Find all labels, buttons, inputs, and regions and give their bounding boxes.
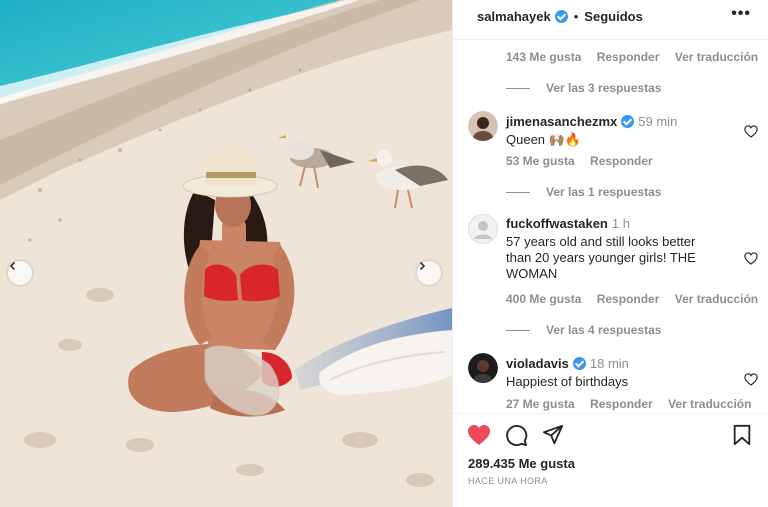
post-timestamp: HACE UNA HORA (468, 476, 548, 486)
instagram-post-window: salmahayek • Seguidos ••• 143 Me gusta R… (0, 0, 768, 507)
reply-button[interactable]: Responder (597, 50, 660, 64)
reply-button[interactable]: Responder (590, 154, 653, 168)
comment-username[interactable]: fuckoffwastaken (506, 216, 608, 231)
comment-username[interactable]: violadavis (506, 356, 569, 371)
comment-icon[interactable] (505, 424, 528, 447)
comment-body: violadavis 18 min Happiest of birthdays (506, 355, 724, 390)
replies-line (506, 191, 530, 193)
avatar[interactable] (468, 111, 498, 141)
view-replies-label: Ver las 4 respuestas (546, 323, 662, 337)
carousel-next-button[interactable] (417, 261, 441, 285)
view-replies-label: Ver las 1 respuestas (546, 185, 662, 199)
send-icon[interactable] (542, 424, 564, 446)
default-avatar-icon (468, 214, 498, 244)
comment-text: 57 years old and still looks better than… (506, 234, 696, 281)
comment-body: jimenasanchezmx 59 min Queen 🙌🏽🔥 (506, 113, 724, 148)
comment-text: Queen 🙌🏽🔥 (506, 132, 582, 147)
view-replies-button[interactable]: Ver las 1 respuestas (506, 185, 661, 199)
carousel-prev-button[interactable] (8, 261, 32, 285)
chevron-right-icon (419, 261, 426, 271)
reply-button[interactable]: Responder (590, 397, 653, 411)
comment-time: 59 min (638, 114, 678, 129)
comment-body: fuckoffwastaken 1 h 57 years old and stil… (506, 216, 724, 282)
post-likes-count[interactable]: 289.435 Me gusta (468, 456, 575, 471)
avatar[interactable] (468, 353, 498, 383)
replies-line (506, 329, 530, 331)
replies-line (506, 87, 530, 89)
comment-time: 18 min (589, 356, 629, 371)
verified-badge-icon (621, 115, 635, 128)
comment-username[interactable]: jimenasanchezmx (506, 114, 617, 129)
chevron-left-icon (9, 261, 16, 271)
actions-divider (453, 413, 768, 414)
avatar-photo-icon (468, 111, 498, 141)
reply-button[interactable]: Responder (597, 292, 660, 306)
comment-meta: 143 Me gusta Responder Ver traducción (506, 50, 768, 64)
comment-text: Happiest of birthdays (506, 374, 629, 389)
post-photo[interactable] (0, 0, 452, 507)
follow-status-button[interactable]: Seguidos (584, 9, 643, 24)
header-divider (453, 39, 768, 40)
see-translation-button[interactable]: Ver traducción (668, 397, 751, 411)
post-author-username[interactable]: salmahayek (477, 9, 551, 24)
comment-likes-count[interactable]: 143 Me gusta (506, 50, 581, 64)
comment-likes-count[interactable]: 400 Me gusta (506, 292, 581, 306)
bookmark-icon[interactable] (732, 424, 752, 446)
post-header: salmahayek • Seguidos ••• (453, 0, 768, 32)
comment-meta: 53 Me gusta Responder (506, 154, 665, 168)
post-side-panel: salmahayek • Seguidos ••• 143 Me gusta R… (452, 0, 768, 507)
avatar[interactable] (468, 214, 498, 244)
comment-time: 1 h (611, 216, 630, 231)
beach-photo-illustration (0, 0, 452, 507)
avatar-photo-icon (468, 353, 498, 383)
view-replies-label: Ver las 3 respuestas (546, 81, 662, 95)
comment-likes-count[interactable]: 53 Me gusta (506, 154, 575, 168)
heart-filled-icon[interactable] (467, 424, 491, 446)
see-translation-button[interactable]: Ver traducción (675, 50, 758, 64)
view-replies-button[interactable]: Ver las 4 respuestas (506, 323, 661, 337)
comment-likes-count[interactable]: 27 Me gusta (506, 397, 575, 411)
see-translation-button[interactable]: Ver traducción (675, 292, 758, 306)
heart-outline-icon[interactable] (744, 252, 758, 265)
header-separator: • (573, 8, 579, 24)
more-options-icon[interactable]: ••• (731, 6, 751, 22)
verified-badge-icon (572, 357, 586, 370)
view-replies-button[interactable]: Ver las 3 respuestas (506, 81, 661, 95)
comment-meta: 27 Me gusta Responder Ver traducción (506, 397, 763, 411)
comment-meta: 400 Me gusta Responder Ver traducción (506, 292, 768, 306)
heart-outline-icon[interactable] (744, 373, 758, 386)
heart-outline-icon[interactable] (744, 125, 758, 138)
verified-badge-icon (554, 9, 568, 23)
